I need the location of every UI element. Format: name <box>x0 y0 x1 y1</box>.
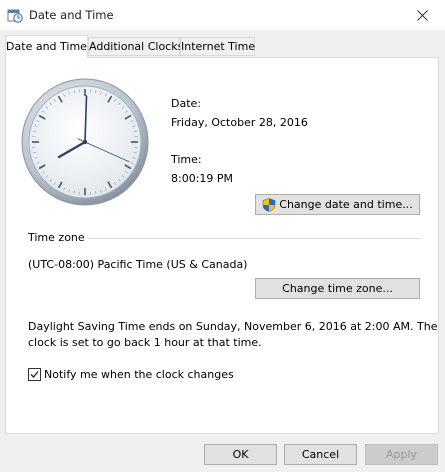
tab-additional-clocks[interactable]: Additional Clocks <box>88 37 183 56</box>
change-time-zone-button[interactable]: Change time zone... <box>255 278 420 299</box>
dst-message-line-2: clock is set to go back 1 hour at that t… <box>28 336 262 349</box>
change-date-time-label: Change date and time... <box>279 198 413 211</box>
notify-label: Notify me when the clock changes <box>44 368 234 381</box>
cancel-button[interactable]: Cancel <box>284 444 357 465</box>
apply-button[interactable]: Apply <box>365 444 438 465</box>
tab-date-and-time[interactable]: Date and Time <box>5 35 88 58</box>
date-label: Date: <box>171 97 201 110</box>
time-zone-divider <box>88 238 422 239</box>
time-zone-heading: Time zone <box>28 231 85 244</box>
ok-button[interactable]: OK <box>204 444 277 465</box>
uac-shield-icon <box>263 197 276 212</box>
time-zone-value: (UTC-08:00) Pacific Time (US & Canada) <box>28 258 248 271</box>
dst-message-line-1: Daylight Saving Time ends on Sunday, Nov… <box>28 320 438 333</box>
window-title: Date and Time <box>29 8 114 22</box>
time-label: Time: <box>171 153 202 166</box>
checkmark-icon <box>30 371 39 378</box>
analog-clock <box>21 78 149 206</box>
change-date-time-button[interactable]: Change date and time... <box>255 194 420 215</box>
tab-internet-time[interactable]: Internet Time <box>180 37 255 56</box>
date-value: Friday, October 28, 2016 <box>171 116 308 129</box>
close-icon <box>416 9 428 21</box>
title-bar: Date and Time <box>0 0 445 30</box>
notify-checkbox[interactable] <box>28 368 41 381</box>
close-button[interactable] <box>399 0 445 30</box>
clock-center <box>82 139 88 145</box>
date-time-app-icon <box>7 9 23 23</box>
time-value: 8:00:19 PM <box>171 172 234 185</box>
